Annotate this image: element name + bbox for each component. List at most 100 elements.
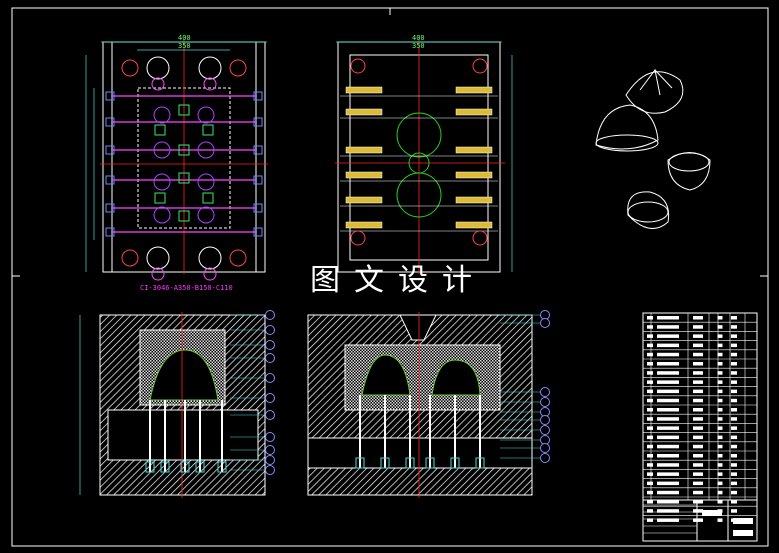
table-cell-text <box>693 426 703 430</box>
slider-block <box>202 192 214 204</box>
table-cell-text <box>657 380 679 384</box>
table-cell-text <box>693 316 703 320</box>
support-plate <box>345 146 383 154</box>
mold-side-view: 400 350 <box>335 34 513 274</box>
cavity-circle <box>197 106 215 124</box>
table-cell-text <box>647 389 653 394</box>
support-plate <box>455 108 493 116</box>
part-balloon <box>265 455 275 465</box>
title-block-text <box>702 510 722 516</box>
return-pin-hole <box>198 56 222 80</box>
bill-of-materials-table <box>642 312 758 542</box>
table-cell-text <box>657 472 679 476</box>
table-cell-text <box>657 389 679 394</box>
table-cell-text <box>731 389 737 394</box>
support-plate <box>345 196 383 204</box>
table-cell-text <box>647 481 653 486</box>
table-cell-text <box>717 500 723 504</box>
guide-pin-hole <box>121 249 139 267</box>
plan-view-label: CI-3046-A350-B150-C110 <box>140 284 233 292</box>
support-plate <box>455 221 493 229</box>
table-cell-text <box>731 481 737 486</box>
table-cell-text <box>647 398 653 403</box>
table-cell-text <box>693 444 703 449</box>
table-cell-text <box>647 371 653 375</box>
support-plate <box>455 196 493 204</box>
table-cell-text <box>731 325 737 329</box>
guide-pin-hole <box>229 249 247 267</box>
part-balloon <box>265 373 275 383</box>
table-cell-text <box>657 352 679 357</box>
part-balloon <box>540 425 550 435</box>
plan-width-overall: 400 <box>178 34 191 42</box>
table-cell-text <box>657 481 679 486</box>
guide-pin-hole <box>472 58 488 74</box>
table-cell-text <box>657 490 679 495</box>
table-cell-text <box>731 371 737 375</box>
table-cell-text <box>731 454 737 458</box>
table-cell-text <box>647 463 653 467</box>
part-balloon <box>265 432 275 442</box>
table-cell-text <box>647 380 653 384</box>
table-cell-text <box>693 398 703 403</box>
table-cell-text <box>731 334 737 338</box>
support-plate <box>455 146 493 154</box>
table-cell-text <box>647 454 653 458</box>
plan-width-inner: 350 <box>178 42 191 50</box>
mold-section-a <box>79 310 275 498</box>
table-cell-text <box>731 435 737 440</box>
guide-pin-hole <box>229 59 247 77</box>
slider-block <box>154 124 166 136</box>
part-balloon <box>265 393 275 403</box>
support-plate <box>345 171 383 179</box>
cavity-circle <box>197 206 215 224</box>
table-cell-text <box>693 334 703 338</box>
part-balloon <box>265 410 275 420</box>
table-cell-text <box>693 408 703 412</box>
table-cell-text <box>731 426 737 430</box>
table-cell-text <box>731 490 737 495</box>
table-cell-text <box>657 417 679 421</box>
table-cell-text <box>647 343 653 348</box>
side-width-overall: 400 <box>412 34 425 42</box>
table-cell-text <box>657 325 679 329</box>
support-plate <box>455 171 493 179</box>
table-cell-text <box>647 500 653 504</box>
table-cell-text <box>693 380 703 384</box>
table-cell-text <box>693 371 703 375</box>
table-cell-text <box>647 472 653 476</box>
table-cell-text <box>731 362 737 366</box>
table-cell-text <box>657 398 679 403</box>
part-balloon <box>265 445 275 455</box>
part-balloon <box>540 397 550 407</box>
table-cell-text <box>657 454 679 458</box>
table-cell-text <box>693 454 703 458</box>
table-cell-text <box>693 500 703 504</box>
guide-pin-hole <box>350 58 366 74</box>
table-cell-text <box>657 500 679 504</box>
part-balloon <box>540 453 550 463</box>
table-cell-text <box>731 352 737 357</box>
table-cell-text <box>647 316 653 320</box>
cavity-circle <box>197 173 215 191</box>
mold-section-b <box>307 310 550 498</box>
guide-pin-hole <box>121 59 139 77</box>
table-cell-text <box>693 325 703 329</box>
table-cell-text <box>657 343 679 348</box>
slider-block <box>202 124 214 136</box>
table-cell-text <box>731 472 737 476</box>
slider-block <box>154 192 166 204</box>
part-balloon <box>265 325 275 335</box>
title-block-text <box>733 530 753 536</box>
part-balloon <box>265 310 275 320</box>
part-balloon <box>540 387 550 397</box>
part-balloon <box>540 318 550 328</box>
sprue-bush <box>151 267 165 281</box>
part-balloon <box>265 340 275 350</box>
table-cell-text <box>717 518 723 522</box>
table-cell-text <box>731 408 737 412</box>
part-balloon <box>265 353 275 363</box>
table-cell-text <box>731 398 737 403</box>
side-width-inner: 350 <box>412 42 425 50</box>
support-plate <box>455 86 493 94</box>
